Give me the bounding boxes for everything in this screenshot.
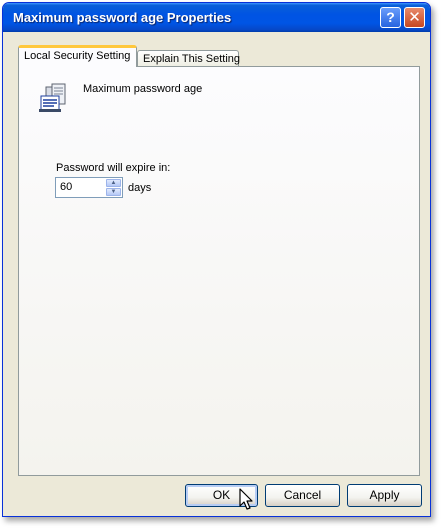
tab-panel: Maximum password age Password will expir… [18,66,420,476]
cancel-button[interactable]: Cancel [265,484,340,507]
stepper-up-icon[interactable]: ▲ [106,179,121,187]
expire-days-stepper[interactable]: 60 ▲ ▼ [55,177,123,198]
properties-dialog: Maximum password age Properties ? ✕ Loca… [2,2,431,517]
setting-name: Maximum password age [83,83,203,95]
expire-days-value[interactable]: 60 [60,181,72,193]
window-title: Maximum password age Properties [13,10,232,25]
expire-label: Password will expire in: [56,162,171,174]
title-bar[interactable]: Maximum password age Properties ? ✕ [3,3,430,32]
policy-document-icon [39,83,66,112]
help-button[interactable]: ? [380,7,401,28]
close-button[interactable]: ✕ [404,7,425,28]
tab-local-security-setting[interactable]: Local Security Setting [18,45,137,67]
apply-button[interactable]: Apply [347,484,422,507]
stepper-arrows: ▲ ▼ [106,179,121,196]
mouse-pointer-icon [239,488,253,510]
days-unit-label: days [128,182,152,194]
stepper-down-icon[interactable]: ▼ [106,188,121,196]
